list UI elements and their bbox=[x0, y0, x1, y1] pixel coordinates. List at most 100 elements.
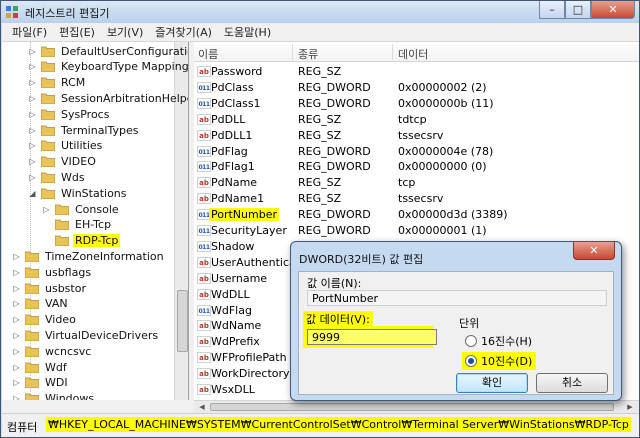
menu-view[interactable]: 보기(V) bbox=[101, 24, 149, 40]
expand-arrow-icon[interactable]: ▷ bbox=[28, 62, 37, 71]
title-bar[interactable]: 레지스트리 편집기 – □ ✕ bbox=[1, 1, 639, 23]
column-name[interactable]: 이름 bbox=[198, 46, 218, 62]
tree-item[interactable]: ▷ Wdf bbox=[12, 359, 69, 375]
expand-arrow-icon[interactable]: ▷ bbox=[12, 331, 21, 340]
tree-item[interactable]: ▷ usbstor bbox=[12, 280, 88, 296]
tree-item[interactable]: ▷ VAN bbox=[12, 296, 70, 312]
value-data-input[interactable]: 9999 bbox=[307, 329, 437, 345]
folder-icon bbox=[41, 93, 55, 104]
expand-arrow-icon[interactable]: ▷ bbox=[42, 205, 51, 214]
values-horizontal-scrollbar[interactable]: ◀ ▶ bbox=[194, 400, 639, 413]
dialog-title: DWORD(32비트) 값 편집 bbox=[299, 253, 424, 266]
expand-arrow-icon[interactable]: ▷ bbox=[12, 378, 21, 387]
tree-item[interactable]: ▷ SessionArbitrationHelper bbox=[28, 90, 189, 106]
tree-item[interactable]: ▷ wcncsvc bbox=[12, 343, 93, 359]
tree-item[interactable]: ▷ VirtualDeviceDrivers bbox=[12, 327, 160, 343]
tree-item[interactable]: ◢ WinStations bbox=[28, 185, 129, 201]
menu-favorites[interactable]: 즐겨찾기(A) bbox=[149, 24, 218, 40]
expand-arrow-icon[interactable]: ▷ bbox=[12, 363, 21, 372]
expand-arrow-icon[interactable]: ▷ bbox=[28, 110, 37, 119]
hex-radio[interactable] bbox=[465, 335, 477, 347]
tree-item[interactable]: EH-Tcp bbox=[42, 217, 113, 233]
scroll-left-icon[interactable]: ◀ bbox=[196, 402, 208, 412]
column-data[interactable]: 데이터 bbox=[398, 46, 428, 62]
tree-item[interactable]: ▷ KeyboardType Mapping bbox=[28, 59, 188, 75]
expand-arrow-icon[interactable]: ▷ bbox=[28, 47, 37, 56]
folder-icon bbox=[41, 109, 55, 120]
folder-icon bbox=[41, 172, 55, 183]
menu-file[interactable]: 파일(F) bbox=[6, 24, 53, 40]
maximize-button[interactable]: □ bbox=[565, 1, 591, 19]
tree-item[interactable]: ▷ SysProcs bbox=[28, 106, 111, 122]
expand-arrow-icon[interactable]: ▷ bbox=[12, 252, 21, 261]
value-row[interactable]: 011 PdFlag1 REG_DWORD 0x00000000 (0) bbox=[194, 159, 639, 175]
value-row[interactable]: 011 PdClass1 REG_DWORD 0x0000000b (11) bbox=[194, 96, 639, 112]
expand-arrow-icon[interactable]: ▷ bbox=[28, 157, 37, 166]
expand-arrow-icon[interactable]: ▷ bbox=[28, 78, 37, 87]
value-row[interactable]: 011 PortNumber REG_DWORD 0x00000d3d (3389) bbox=[194, 207, 639, 223]
tree-item-label: DefaultUserConfiguration bbox=[61, 44, 189, 58]
tree-item[interactable]: ▷ Windows bbox=[12, 391, 96, 400]
value-row[interactable]: ab PdDLL REG_SZ tdtcp bbox=[194, 112, 639, 128]
expand-arrow-icon[interactable]: ▷ bbox=[12, 284, 21, 293]
tree-item[interactable]: ▷ RCM bbox=[28, 75, 87, 91]
registry-key-tree[interactable]: ▷ DefaultUserConfiguration ▷ KeyboardType M… bbox=[2, 42, 189, 400]
folder-icon bbox=[41, 156, 55, 168]
tree-item[interactable]: RDP-Tcp bbox=[42, 233, 121, 249]
tree-item[interactable]: ▷ TimeZoneInformation bbox=[12, 248, 166, 264]
tree-item[interactable]: ▷ WDI bbox=[12, 375, 70, 391]
expand-arrow-icon bbox=[42, 236, 51, 245]
expand-arrow-icon[interactable]: ▷ bbox=[28, 94, 37, 103]
expand-arrow-icon[interactable]: ▷ bbox=[28, 141, 37, 150]
tree-item[interactable]: ▷ Wds bbox=[28, 169, 87, 185]
edit-dword-dialog: DWORD(32비트) 값 편집 ✕ 값 이름(N): PortNumber 값… bbox=[290, 241, 622, 401]
column-divider[interactable] bbox=[392, 44, 393, 60]
tree-item[interactable]: ▷ Video bbox=[12, 312, 78, 328]
value-row[interactable]: ab PdName REG_SZ tcp bbox=[194, 175, 639, 191]
tree-item[interactable]: ▷ usbflags bbox=[12, 264, 93, 280]
value-row[interactable]: 011 PdFlag REG_DWORD 0x0000004e (78) bbox=[194, 144, 639, 160]
tree-item-label: Wdf bbox=[45, 360, 67, 374]
value-name: PdClass1 bbox=[211, 96, 261, 110]
dialog-close-button[interactable]: ✕ bbox=[573, 242, 615, 260]
menu-help[interactable]: 도움말(H) bbox=[218, 24, 277, 40]
scroll-right-icon[interactable]: ▶ bbox=[624, 402, 636, 412]
minimize-button[interactable]: – bbox=[539, 1, 565, 19]
value-data: tdtcp bbox=[398, 112, 427, 126]
value-row[interactable]: 011 PdClass REG_DWORD 0x00000002 (2) bbox=[194, 80, 639, 96]
menu-edit[interactable]: 편집(E) bbox=[53, 24, 101, 40]
expand-arrow-icon[interactable]: ▷ bbox=[12, 347, 21, 356]
ok-button[interactable]: 확인 bbox=[456, 373, 528, 393]
value-row[interactable]: ab PdName1 REG_SZ tssecsrv bbox=[194, 191, 639, 207]
hex-radio-option[interactable]: 16진수(H) bbox=[465, 333, 532, 349]
expand-arrow-icon[interactable]: ▷ bbox=[28, 173, 37, 182]
value-row[interactable]: ab Password REG_SZ bbox=[194, 64, 639, 80]
tree-item-label: VAN bbox=[45, 297, 68, 311]
value-name: PdName1 bbox=[211, 192, 265, 206]
tree-item-label: VirtualDeviceDrivers bbox=[45, 328, 159, 342]
tree-item[interactable]: ▷ TerminalTypes bbox=[28, 122, 140, 138]
dec-radio-option[interactable]: 10진수(D) bbox=[462, 352, 537, 370]
tree-item[interactable]: ▷ DefaultUserConfiguration bbox=[28, 43, 189, 59]
collapse-arrow-icon[interactable]: ◢ bbox=[28, 189, 37, 198]
tree-scroll-thumb[interactable] bbox=[177, 290, 188, 352]
expand-arrow-icon[interactable]: ▷ bbox=[28, 126, 37, 135]
column-type[interactable]: 종류 bbox=[298, 46, 318, 62]
expand-arrow-icon[interactable]: ▷ bbox=[12, 315, 21, 324]
dec-radio[interactable] bbox=[465, 355, 477, 367]
value-row[interactable]: 011 SecurityLayer REG_DWORD 0x00000001 (1) bbox=[194, 223, 639, 239]
tree-item-label: Windows bbox=[45, 392, 95, 400]
tree-item-label: EH-Tcp bbox=[75, 218, 112, 232]
value-row[interactable]: ab PdDLL1 REG_SZ tssecsrv bbox=[194, 128, 639, 144]
expand-arrow-icon[interactable]: ▷ bbox=[12, 268, 21, 277]
tree-item[interactable]: ▷ VIDEO bbox=[28, 154, 98, 170]
tree-item-label: SessionArbitrationHelper bbox=[61, 91, 189, 105]
folder-icon bbox=[25, 314, 39, 326]
tree-item[interactable]: ▷ Console bbox=[42, 201, 121, 217]
values-scroll-thumb[interactable] bbox=[210, 403, 614, 411]
close-button[interactable]: ✕ bbox=[591, 1, 635, 19]
expand-arrow-icon[interactable]: ▷ bbox=[12, 299, 21, 308]
cancel-button[interactable]: 취소 bbox=[536, 373, 608, 393]
tree-item[interactable]: ▷ Utilities bbox=[28, 138, 104, 154]
column-divider[interactable] bbox=[292, 44, 293, 60]
